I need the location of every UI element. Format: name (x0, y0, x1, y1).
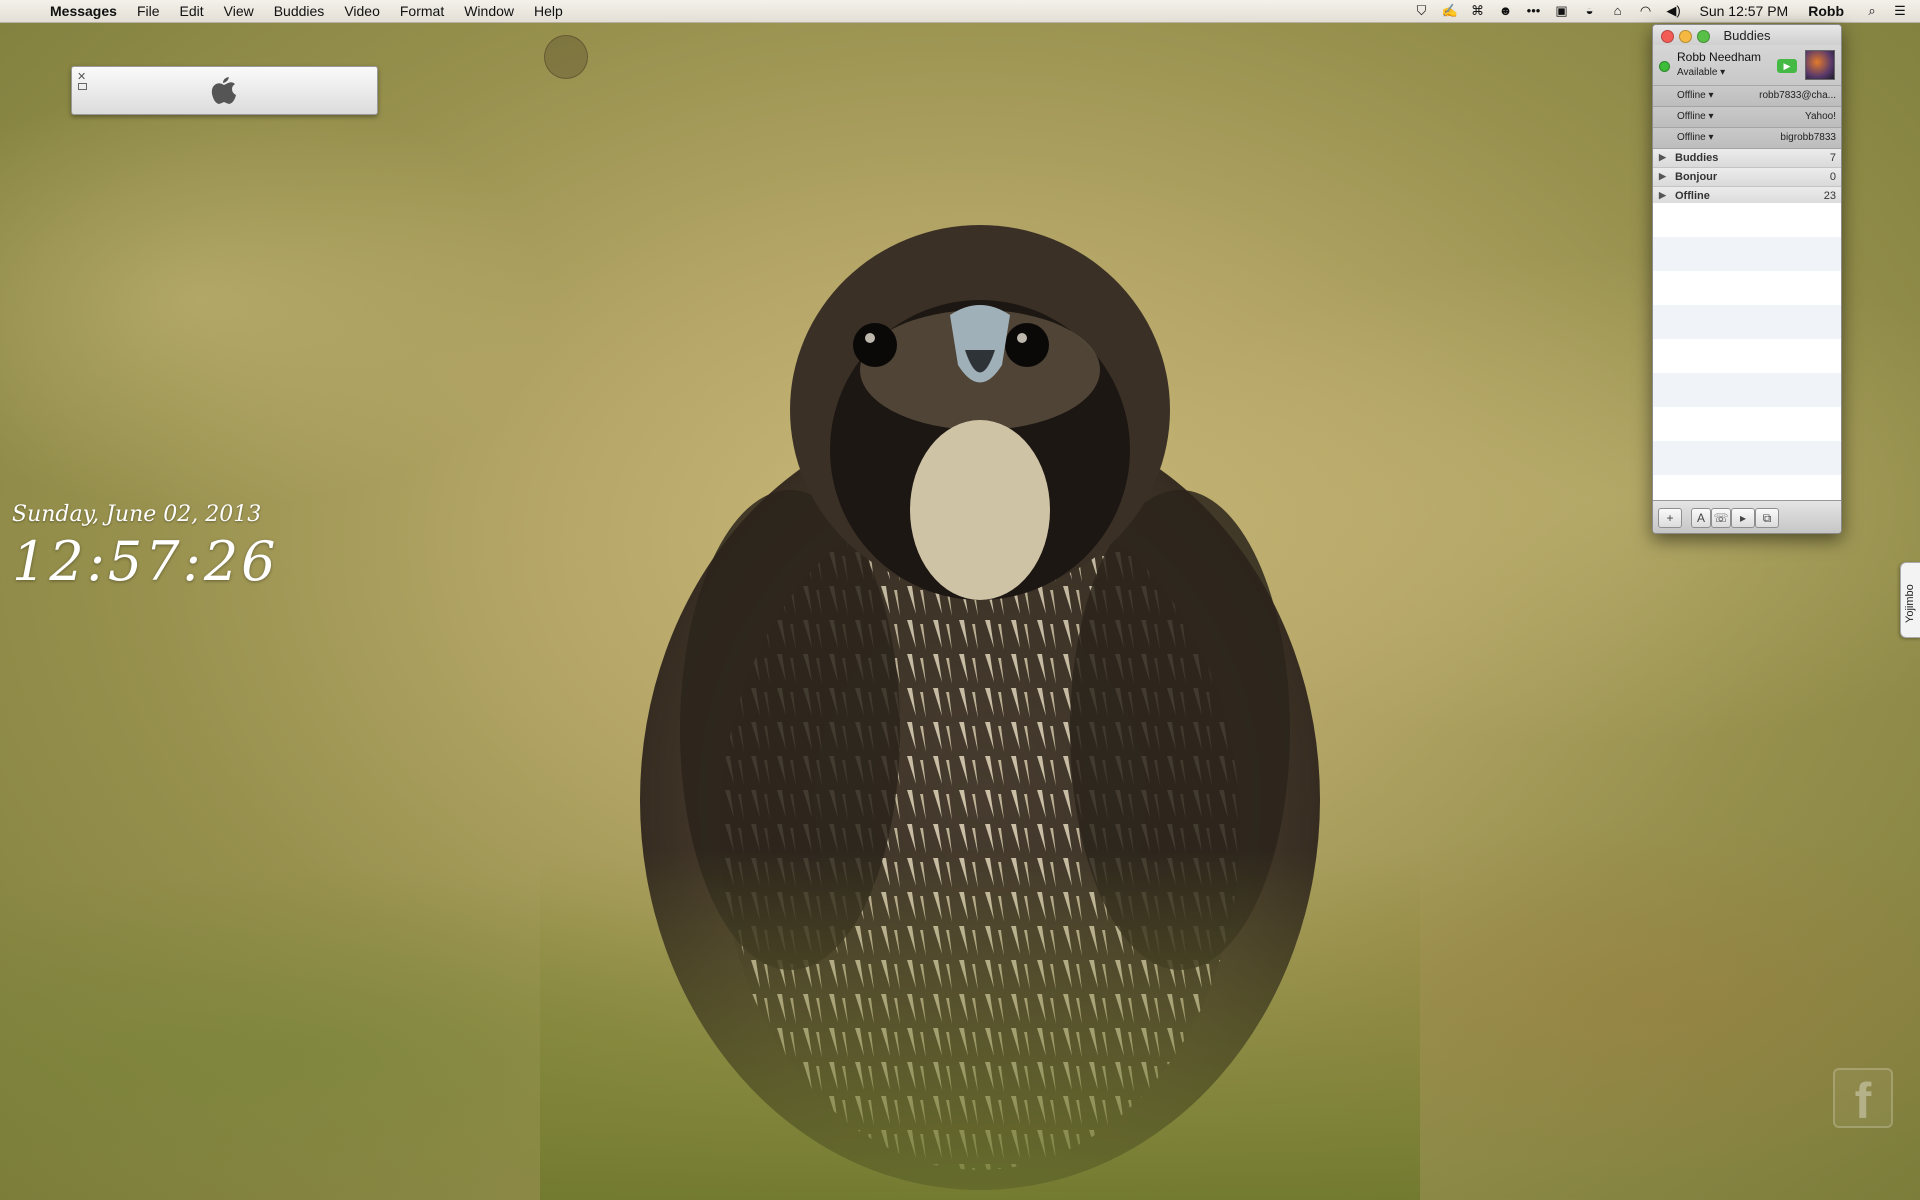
menu-buddies[interactable]: Buddies (274, 3, 325, 19)
group-label: Bonjour (1675, 171, 1718, 183)
display-icon[interactable]: ▣ (1554, 4, 1570, 18)
menu-format[interactable]: Format (400, 3, 444, 19)
disclosure-triangle-icon[interactable]: ▶ (1659, 152, 1666, 163)
widget-collapse-icon[interactable] (78, 83, 87, 90)
desktop-clock-time: 12:57:26 (12, 530, 279, 593)
facebook-icon[interactable]: f (1833, 1068, 1893, 1129)
account-name: bigrobb7833 (1780, 132, 1836, 143)
face-icon[interactable]: ☻ (1498, 4, 1514, 18)
font-button[interactable]: A (1691, 508, 1711, 528)
account-row: Offline ▾ Yahoo! (1653, 107, 1841, 128)
group-buddies[interactable]: ▶ Buddies 7 (1653, 149, 1841, 168)
my-name: Robb Needham (1677, 50, 1762, 64)
menubar-clock[interactable]: Sun 12:57 PM (1700, 3, 1789, 19)
ellipsis-icon[interactable]: ••• (1526, 4, 1542, 18)
home-icon[interactable]: ⌂ (1610, 4, 1626, 18)
video-chat-icon[interactable]: ▸ (1731, 508, 1755, 528)
menubar-user[interactable]: Robb (1808, 3, 1844, 19)
video-camera-icon[interactable]: ▶ (1777, 59, 1797, 73)
menu-video[interactable]: Video (344, 3, 380, 19)
drive-icon[interactable]: ◒ (1582, 4, 1598, 18)
menu-edit[interactable]: Edit (180, 3, 204, 19)
disclosure-triangle-icon[interactable]: ▶ (1659, 190, 1666, 201)
buddy-list-area[interactable] (1653, 203, 1841, 498)
my-status-dropdown[interactable]: Available ▾ (1677, 67, 1725, 78)
spotlight-search-icon[interactable]: ⌕ (1864, 4, 1880, 18)
group-label: Offline (1675, 190, 1710, 202)
buddies-toolbar: + A ☏ ▸ ⧉ (1653, 500, 1841, 533)
menu-window[interactable]: Window (464, 3, 514, 19)
add-buddy-button[interactable]: + (1658, 508, 1682, 528)
available-status-icon (1659, 61, 1670, 72)
yojimbo-side-tab[interactable]: Yojimbo (1900, 562, 1920, 638)
buddies-titlebar[interactable]: Buddies (1653, 25, 1841, 45)
shield-icon[interactable]: ⛉ (1414, 4, 1430, 18)
menu-bar: Messages File Edit View Buddies Video Fo… (0, 0, 1920, 23)
audio-chat-icon[interactable]: ☏ (1711, 508, 1731, 528)
side-tab-label: Yojimbo (1904, 584, 1916, 623)
window-title: Buddies (1723, 28, 1771, 43)
account-status-dropdown[interactable]: Offline ▾ (1677, 90, 1714, 101)
group-count: 23 (1823, 190, 1836, 202)
notification-center-icon[interactable]: ☰ (1892, 4, 1908, 18)
apple-logo-icon (211, 77, 236, 104)
group-count: 7 (1829, 152, 1836, 164)
account-name: robb7833@cha... (1759, 90, 1836, 101)
volume-icon[interactable]: ◀) (1666, 4, 1682, 18)
group-bonjour[interactable]: ▶ Bonjour 0 (1653, 168, 1841, 187)
wifi-icon[interactable]: ◠ (1638, 4, 1654, 18)
buddies-window: Buddies Robb Needham Available ▾ ▶ Offli… (1652, 24, 1842, 534)
menu-app-name[interactable]: Messages (50, 3, 117, 19)
widget-close-icon[interactable]: ✕ (77, 70, 86, 83)
avatar[interactable] (1805, 50, 1835, 80)
desktop-clock-date: Sunday, June 02, 2013 (12, 502, 262, 527)
my-status-row: Robb Needham Available ▾ ▶ (1653, 45, 1841, 86)
disclosure-triangle-icon[interactable]: ▶ (1659, 171, 1666, 182)
screen-share-icon[interactable]: ⧉ (1755, 508, 1779, 528)
account-row: Offline ▾ bigrobb7833 (1653, 128, 1841, 149)
group-count: 0 (1829, 171, 1836, 183)
desktop-circle-widget[interactable] (544, 35, 588, 79)
command-icon[interactable]: ⌘ (1470, 4, 1486, 18)
apple-widget[interactable]: ✕ (71, 66, 378, 115)
group-label: Buddies (1675, 152, 1719, 164)
signature-icon[interactable]: ✍ (1442, 4, 1458, 18)
account-status-dropdown[interactable]: Offline ▾ (1677, 132, 1714, 143)
account-row: Offline ▾ robb7833@cha... (1653, 86, 1841, 107)
menu-file[interactable]: File (137, 3, 160, 19)
menu-view[interactable]: View (224, 3, 254, 19)
menu-help[interactable]: Help (534, 3, 563, 19)
falcon-photo (540, 225, 1420, 1200)
account-status-dropdown[interactable]: Offline ▾ (1677, 111, 1714, 122)
account-name: Yahoo! (1805, 111, 1836, 122)
